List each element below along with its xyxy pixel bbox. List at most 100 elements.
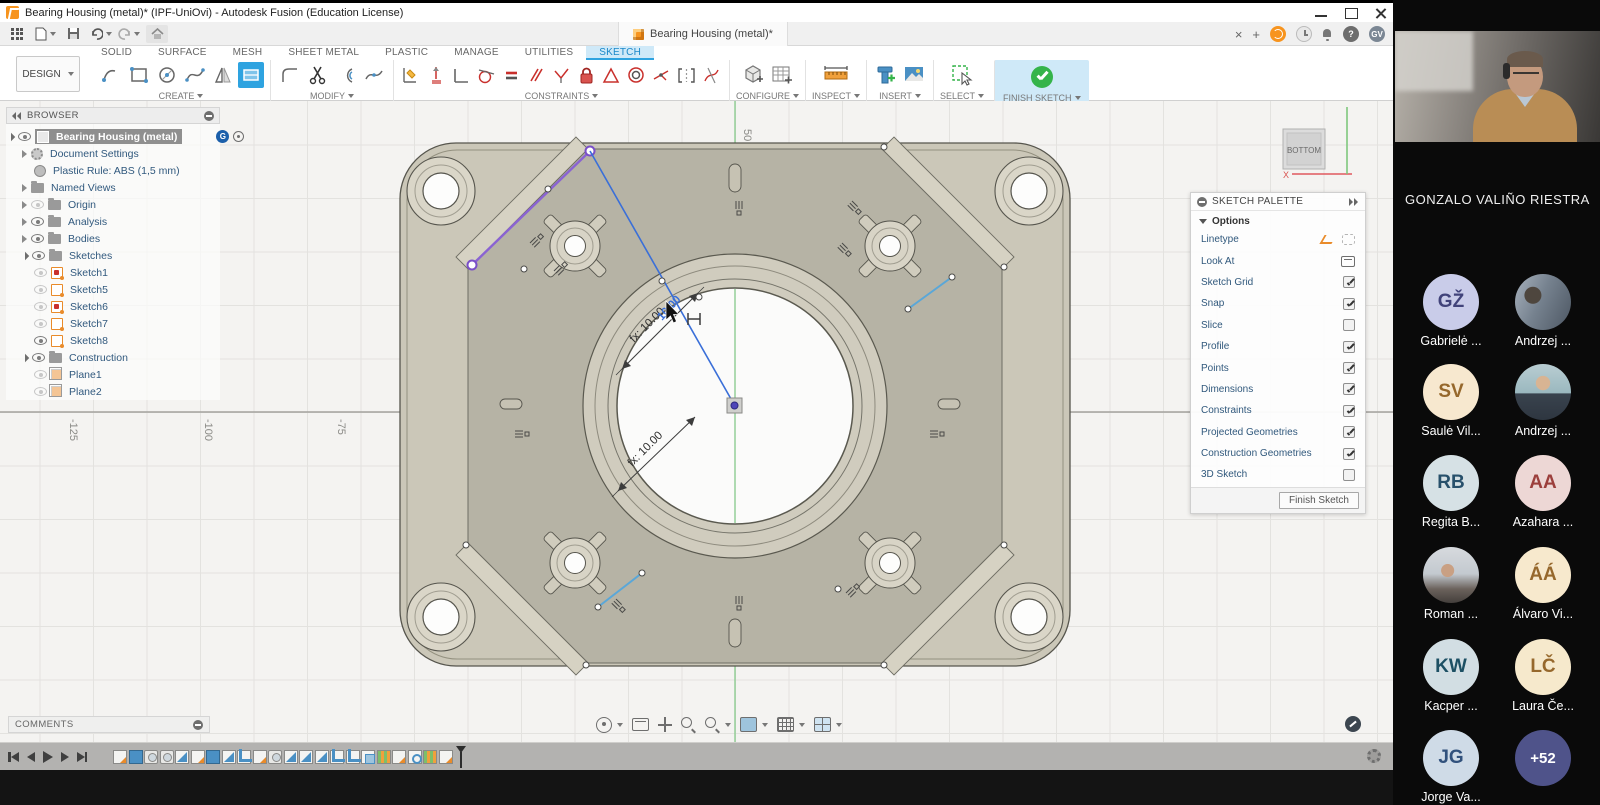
participant-tile[interactable]: GŽ Gabrielė ... <box>1405 274 1497 348</box>
inspect-group-label[interactable]: INSPECT <box>812 91 860 101</box>
visibility-eye-icon[interactable] <box>34 302 47 311</box>
3d-sketch-checkbox[interactable] <box>1343 469 1355 481</box>
visibility-eye-icon[interactable] <box>31 200 44 209</box>
select-tool-icon[interactable] <box>949 62 975 88</box>
ribbon-tab-surface[interactable]: SURFACE <box>145 46 220 60</box>
design-workspace-menu[interactable]: DESIGN <box>16 56 80 92</box>
construction-geometries-checkbox[interactable] <box>1343 448 1355 460</box>
tree-item-sketch1[interactable]: Sketch1 <box>6 264 220 281</box>
linetype-normal-icon[interactable] <box>1342 234 1355 245</box>
ribbon-tab-solid[interactable]: SOLID <box>88 46 145 60</box>
equal-constraint-icon[interactable] <box>500 62 523 88</box>
visibility-eye-icon[interactable] <box>34 387 47 396</box>
configuration-table-icon[interactable] <box>769 62 795 88</box>
offset-tool-icon[interactable] <box>333 62 359 88</box>
timeline-settings-gear-icon[interactable] <box>1367 749 1381 763</box>
curvature-constraint-icon[interactable] <box>700 62 723 88</box>
finish-sketch-group[interactable]: FINISH SKETCH <box>994 60 1089 103</box>
participant-tile[interactable]: SV Saulė Vil... <box>1405 364 1497 438</box>
snap-checkbox[interactable] <box>1343 298 1355 310</box>
select-group-label[interactable]: SELECT <box>940 91 984 101</box>
timeline-feature-icon[interactable] <box>377 750 391 764</box>
mirror-tool-icon[interactable] <box>210 62 236 88</box>
finish-sketch-button[interactable]: Finish Sketch <box>1279 492 1359 509</box>
ribbon-tab-sheet-metal[interactable]: SHEET METAL <box>275 46 372 60</box>
timeline-feature-icon[interactable] <box>129 750 143 764</box>
participant-tile[interactable]: JG Jorge Va... <box>1405 730 1497 804</box>
browser-root-row[interactable]: Bearing Housing (metal) G <box>6 128 220 145</box>
tree-item-analysis[interactable]: Analysis <box>6 213 220 230</box>
visibility-eye-icon[interactable] <box>34 285 47 294</box>
timeline-feature-icon[interactable] <box>330 750 344 764</box>
expand-icon[interactable] <box>7 132 15 140</box>
tree-item-sketch7[interactable]: Sketch7 <box>6 315 220 332</box>
break-tool-icon[interactable] <box>361 62 387 88</box>
slot-tool-icon-active[interactable] <box>238 62 264 88</box>
tangent-icon[interactable] <box>475 62 498 88</box>
palette-minimize-icon[interactable] <box>1197 197 1207 207</box>
timeline-feature-icon[interactable] <box>222 750 236 764</box>
triangle-constraint-icon[interactable] <box>600 62 623 88</box>
timeline-play-button[interactable] <box>43 751 53 763</box>
timeline-step-back-button[interactable] <box>27 752 35 762</box>
trim-tool-icon[interactable] <box>305 62 331 88</box>
visibility-eye-icon[interactable] <box>34 268 47 277</box>
sketch-dimension-icon[interactable] <box>400 62 423 88</box>
insert-bolt-icon[interactable] <box>873 62 899 88</box>
save-icon[interactable] <box>62 25 84 43</box>
participant-tile[interactable]: KW Kacper ... <box>1405 639 1497 713</box>
visibility-eye-icon[interactable] <box>34 370 47 379</box>
timeline-go-to-start-button[interactable] <box>8 752 19 762</box>
modify-group-label[interactable]: MODIFY <box>310 91 354 101</box>
fix-constraint-icon[interactable] <box>575 62 598 88</box>
participant-tile[interactable]: LČ Laura Če... <box>1497 639 1589 713</box>
browser-header[interactable]: BROWSER <box>6 107 220 124</box>
root-node-label[interactable]: Bearing Housing (metal) <box>53 131 180 143</box>
measure-icon[interactable] <box>823 62 849 88</box>
rectangle-tool-icon[interactable] <box>126 62 152 88</box>
tree-item-plane2[interactable]: Plane2 <box>6 383 220 400</box>
tree-item-origin[interactable]: Origin <box>6 196 220 213</box>
undo-icon[interactable] <box>90 25 112 43</box>
help-icon[interactable]: ? <box>1343 26 1359 42</box>
visibility-eye-icon[interactable] <box>32 353 45 362</box>
new-tab-icon[interactable]: + <box>1252 27 1260 42</box>
expand-icon[interactable] <box>22 218 27 226</box>
configure-group-label[interactable]: CONFIGURE <box>736 91 799 101</box>
close-button[interactable] <box>1373 6 1389 20</box>
tree-item-bodies[interactable]: Bodies <box>6 230 220 247</box>
display-settings-icon[interactable] <box>740 717 757 732</box>
ribbon-tab-mesh[interactable]: MESH <box>220 46 276 60</box>
projected-geometries-checkbox[interactable] <box>1343 426 1355 438</box>
sketch-scale-icon[interactable] <box>425 62 448 88</box>
timeline-feature-icon[interactable] <box>315 750 329 764</box>
viewports-icon[interactable] <box>814 717 831 732</box>
collinear-constraint-icon[interactable] <box>550 62 573 88</box>
timeline-go-to-end-button[interactable] <box>77 752 88 762</box>
circle-tool-icon[interactable] <box>154 62 180 88</box>
participant-tile[interactable]: Andrzej ... <box>1497 274 1589 348</box>
timeline-feature-icon[interactable] <box>439 750 453 764</box>
collapse-panel-icon[interactable] <box>12 112 22 120</box>
configuration-icon[interactable] <box>741 62 767 88</box>
tree-item-plastic-rule[interactable]: Plastic Rule: ABS (1,5 mm) <box>6 162 220 179</box>
timeline-feature-icon[interactable] <box>361 750 375 764</box>
tree-item-sketch6[interactable]: Sketch6 <box>6 298 220 315</box>
visibility-eye-icon[interactable] <box>18 132 31 141</box>
participant-tile[interactable]: Roman ... <box>1405 547 1497 621</box>
look-at-icon[interactable] <box>1341 256 1355 267</box>
line-tool-icon[interactable] <box>98 62 124 88</box>
fillet-tool-icon[interactable] <box>277 62 303 88</box>
history-icon[interactable] <box>1296 26 1312 42</box>
tree-item-sketches[interactable]: Sketches <box>6 247 220 264</box>
insert-image-icon[interactable] <box>901 62 927 88</box>
ribbon-tab-sketch[interactable]: SKETCH <box>586 46 654 60</box>
app-grid-icon[interactable] <box>6 25 28 43</box>
create-group-label[interactable]: CREATE <box>159 91 204 101</box>
palette-options-section[interactable]: Options <box>1191 211 1365 229</box>
fit-icon[interactable] <box>705 717 720 732</box>
participant-tile[interactable]: Andrzej ... <box>1497 364 1589 438</box>
timeline-feature-icon[interactable] <box>346 750 360 764</box>
points-checkbox[interactable] <box>1343 362 1355 374</box>
redo-icon[interactable] <box>118 25 140 43</box>
